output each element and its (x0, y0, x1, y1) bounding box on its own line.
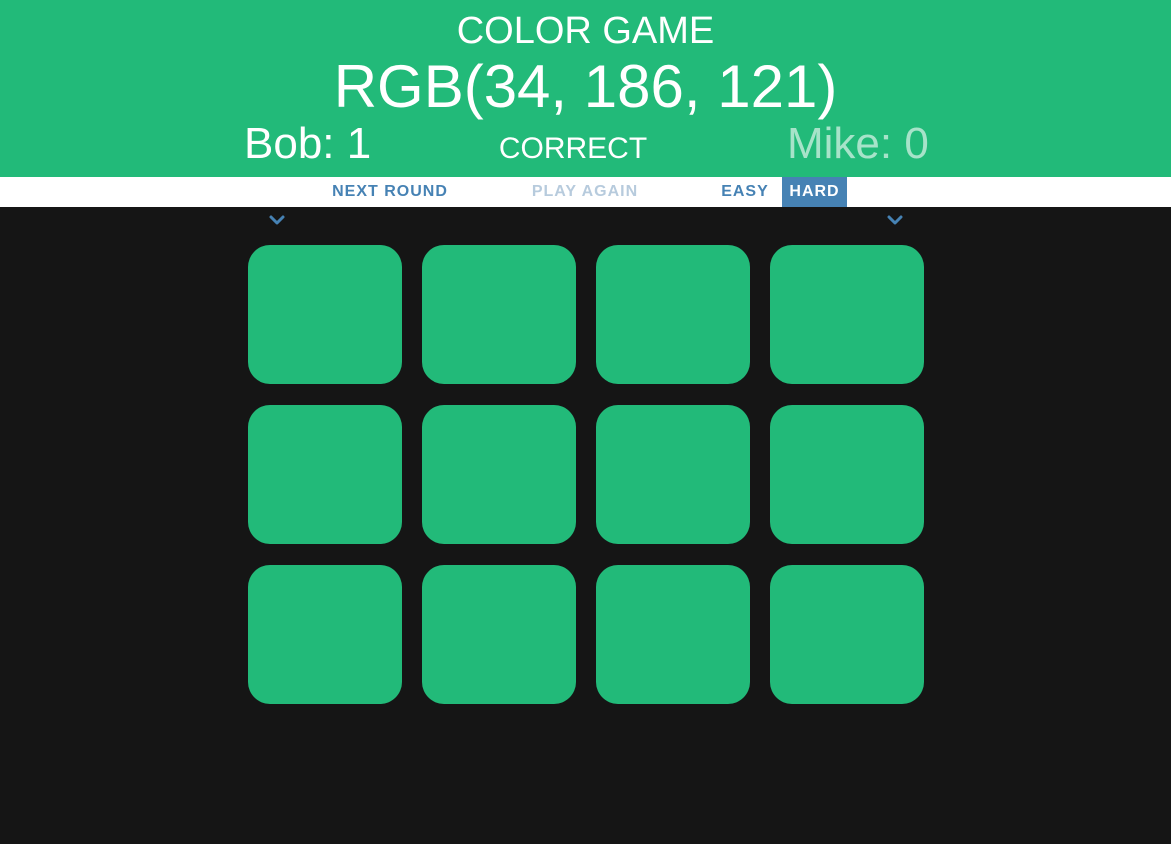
control-bar: NEXT ROUND PLAY AGAIN EASY HARD (0, 177, 1171, 207)
play-again-button[interactable]: PLAY AGAIN (528, 177, 642, 207)
color-tile-grid (248, 245, 924, 704)
color-tile[interactable] (422, 405, 576, 544)
player1-score: Bob: 1 (244, 119, 372, 168)
player2-score: Mike: 0 (787, 119, 929, 168)
header: COLOR GAME RGB(34, 186, 121) Bob: 1 CORR… (0, 0, 1171, 177)
next-round-button[interactable]: NEXT ROUND (326, 177, 454, 207)
color-tile[interactable] (770, 405, 924, 544)
color-tile[interactable] (248, 405, 402, 544)
game-title: COLOR GAME (456, 10, 715, 52)
color-tile[interactable] (596, 405, 750, 544)
color-tile[interactable] (770, 245, 924, 384)
color-tile[interactable] (596, 245, 750, 384)
color-tile[interactable] (422, 565, 576, 704)
easy-mode-button[interactable]: EASY (714, 177, 776, 207)
hard-mode-button[interactable]: HARD (782, 177, 847, 207)
color-tile[interactable] (596, 565, 750, 704)
rgb-target-display: RGB(34, 186, 121) (333, 53, 838, 120)
chevron-down-icon (887, 215, 903, 225)
color-tile[interactable] (248, 565, 402, 704)
color-tile[interactable] (770, 565, 924, 704)
chevron-down-icon (269, 215, 285, 225)
result-message: CORRECT (498, 132, 648, 165)
color-tile[interactable] (422, 245, 576, 384)
color-tile[interactable] (248, 245, 402, 384)
